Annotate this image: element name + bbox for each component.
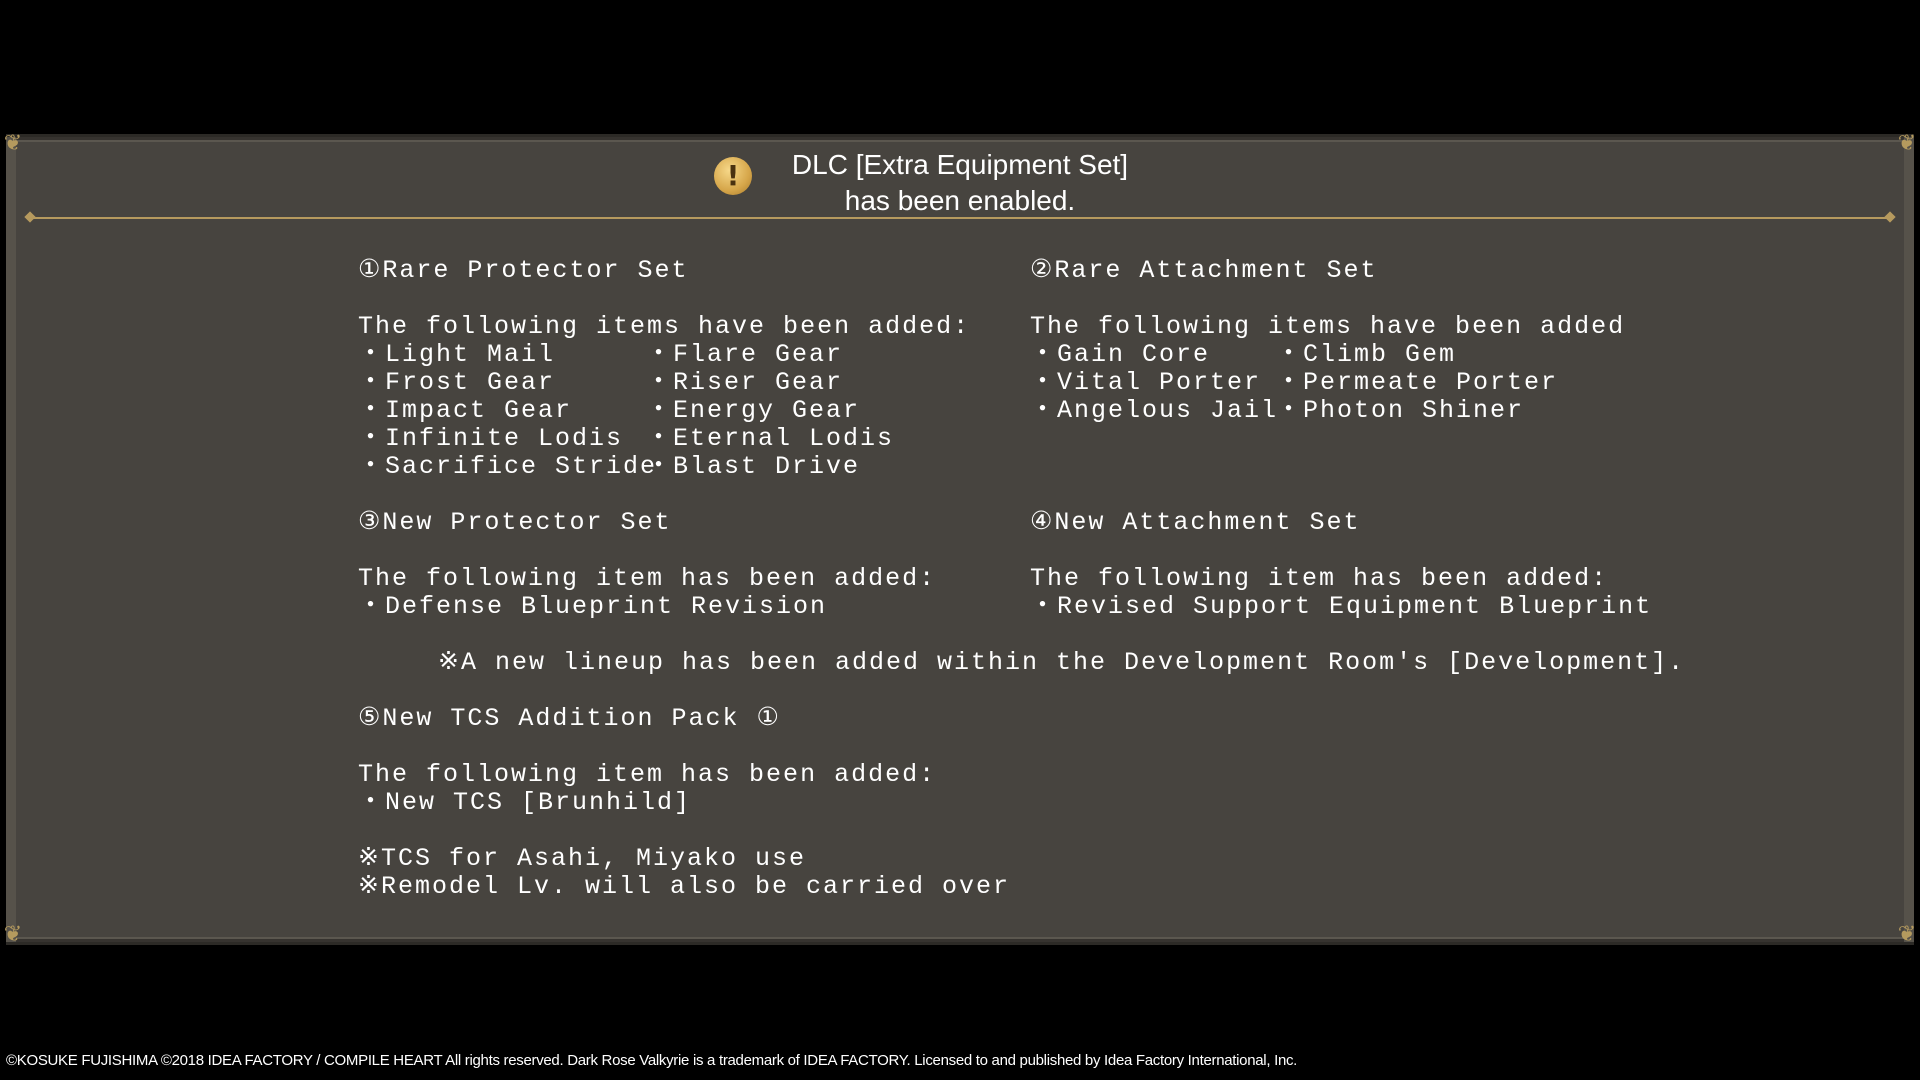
- section-heading-new-attachment: ④New Attachment Set: [1030, 508, 1361, 537]
- section-intro: The following item has been added:: [358, 760, 937, 789]
- dialog-title: DLC [Extra Equipment Set] has been enabl…: [6, 147, 1914, 217]
- list-item: ・Permeate Porter: [1276, 368, 1559, 397]
- section-intro: The following item has been added:: [1030, 564, 1609, 593]
- dialog-title-line2: has been enabled.: [844, 185, 1076, 216]
- dialog-left-edge: [6, 137, 16, 942]
- section-heading-rare-protector: ①Rare Protector Set: [358, 256, 689, 285]
- list-item: ・Impact Gear: [358, 396, 573, 425]
- dialog-right-edge: [1904, 137, 1914, 942]
- list-item: ・Vital Porter: [1030, 368, 1262, 397]
- section-intro: The following item has been added:: [358, 564, 937, 593]
- tcs-note: ※Remodel Lv. will also be carried over: [358, 872, 1011, 901]
- list-item: ・Photon Shiner: [1276, 396, 1525, 425]
- list-item: ・Gain Core: [1030, 340, 1211, 369]
- section-heading-tcs-pack: ⑤New TCS Addition Pack ①: [358, 704, 781, 733]
- section-heading-new-protector: ③New Protector Set: [358, 508, 672, 537]
- title-divider: [24, 211, 1896, 223]
- list-item: ・Flare Gear: [646, 340, 844, 369]
- list-item: ・Riser Gear: [646, 368, 844, 397]
- list-item: ・Defense Blueprint Revision: [358, 592, 828, 621]
- list-item: ・Frost Gear: [358, 368, 556, 397]
- list-item: ・Climb Gem: [1276, 340, 1457, 369]
- copyright-notice: ©KOSUKE FUJISHIMA ©2018 IDEA FACTORY / C…: [6, 1052, 1298, 1069]
- section-intro: The following items have been added: [1030, 312, 1626, 341]
- dialog-title-line1: DLC [Extra Equipment Set]: [791, 149, 1129, 180]
- list-item: ・Energy Gear: [646, 396, 861, 425]
- dlc-notification-dialog: ❦ ❦ ❦ ❦ ! DLC [Extra Equipment Set] has …: [4, 133, 1916, 946]
- section-intro: The following items have been added:: [358, 312, 971, 341]
- list-item: ・New TCS [Brunhild]: [358, 788, 692, 817]
- list-item: ・Blast Drive: [646, 452, 861, 481]
- tcs-note: ※TCS for Asahi, Miyako use: [358, 844, 807, 873]
- list-item: ・Eternal Lodis: [646, 424, 895, 453]
- list-item: ・Infinite Lodis: [358, 424, 624, 453]
- section-heading-rare-attachment: ②Rare Attachment Set: [1030, 256, 1378, 285]
- ornament-corner-icon: ❦: [1897, 922, 1917, 947]
- list-item: ・Angelous Jail: [1030, 396, 1279, 425]
- ornament-corner-icon: ❦: [3, 922, 23, 947]
- list-item: ・Light Mail: [358, 340, 556, 369]
- list-item: ・Sacrifice Stride: [358, 452, 658, 481]
- screen: ❦ ❦ ❦ ❦ ! DLC [Extra Equipment Set] has …: [0, 0, 1920, 1080]
- list-item: ・Revised Support Equipment Blueprint: [1030, 592, 1653, 621]
- development-lineup-note: ※A new lineup has been added within the …: [438, 648, 1686, 677]
